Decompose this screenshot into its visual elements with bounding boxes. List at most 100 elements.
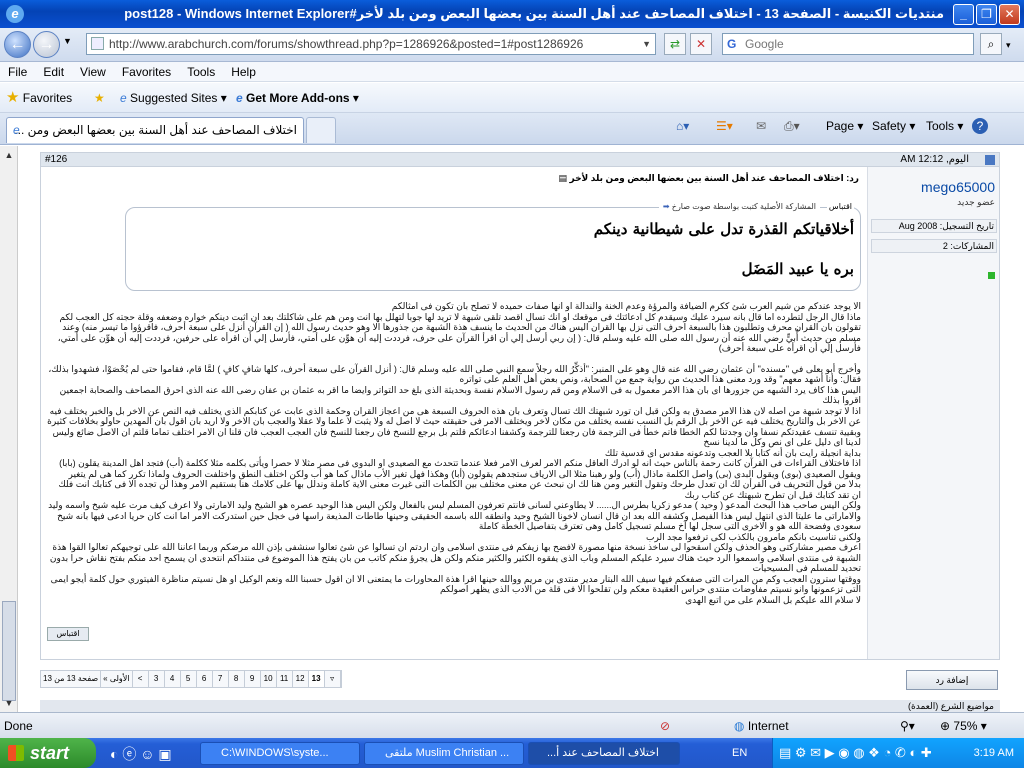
post-paragraph: ماذا قال الرجل لتطرده اما قال بانه سيرد … [57, 311, 861, 354]
suggested-sites-link[interactable]: e Suggested Sites ▾ [120, 90, 227, 106]
scroll-up-icon[interactable]: ▲ [2, 148, 16, 162]
post-paragraph: ووقتها سترون العجب وكم من المرات التى صف… [50, 573, 861, 595]
page-jump-icon[interactable]: ▿ [325, 671, 341, 687]
post-paragraph: وأخرج أبو يعلى في "مسنده" أن عثمان رضي ا… [48, 363, 861, 385]
quote-box: اقتباس المشاركة الأصلية كتبت بواسطة صوت … [125, 202, 861, 291]
address-toolbar: ← → ▼ http://www.arabchurch.com/forums/s… [0, 28, 1024, 62]
new-tab-button[interactable] [306, 117, 336, 143]
back-button[interactable]: ← [4, 31, 31, 58]
post-number[interactable]: #126 [45, 153, 67, 167]
quote-author: المشاركة الأصلية كتبت بواسطة صوت صارخ [671, 202, 816, 211]
help-icon[interactable]: ? [972, 118, 988, 134]
search-icon[interactable]: ⌕ [980, 33, 1002, 55]
scroll-thumb[interactable] [2, 601, 16, 701]
page-link[interactable]: 12 [293, 671, 309, 687]
stop-icon[interactable]: ✕ [690, 33, 712, 55]
related-threads-bar: مواضيع الشرع (العمدة) [40, 700, 1000, 712]
task-ie[interactable]: اختلاف المصاحف عند أ... [528, 742, 680, 765]
tab-title: اختلاف المصاحف عند أهل السنة بين بعضها ا… [14, 123, 297, 137]
favorites-button[interactable]: ★ Favorites [6, 90, 72, 106]
globe-icon: ◍ [734, 719, 745, 733]
add-favorite-icon[interactable]: ★ [94, 90, 105, 106]
safety-menu[interactable]: Safety ▾ [872, 118, 915, 134]
tools-menu[interactable]: Tools ▾ [926, 118, 963, 134]
get-addons-link[interactable]: e Get More Add-ons ▾ [236, 90, 359, 106]
minimize-button[interactable]: _ [953, 4, 974, 25]
zoom-control[interactable]: ⊕ 75% ▾ [940, 713, 987, 739]
post-body: رد: اختلاف المصاحف عند أهل السنة بين بعض… [41, 167, 867, 647]
menu-edit[interactable]: Edit [35, 62, 72, 82]
menu-file[interactable]: File [0, 62, 35, 82]
windows-flag-icon [8, 745, 24, 761]
page-link[interactable]: 5 [181, 671, 197, 687]
home-icon[interactable]: ⌂▾ [676, 118, 689, 134]
addons-label: Get More Add-ons ▾ [246, 91, 359, 105]
maximize-button[interactable]: ❐ [976, 4, 997, 25]
zone-label: Internet [747, 719, 789, 733]
page-link[interactable]: 3 [149, 671, 165, 687]
menu-help[interactable]: Help [223, 62, 264, 82]
tab-bar: e اختلاف المصاحف عند أهل السنة بين بعضها… [0, 113, 1024, 145]
page-link[interactable]: 11 [277, 671, 293, 687]
popup-blocked-icon[interactable]: ⊘ [660, 713, 670, 739]
history-dropdown-icon[interactable]: ▼ [63, 36, 72, 46]
address-input[interactable]: http://www.arabchurch.com/forums/showthr… [86, 33, 656, 55]
post-title-text: رد: اختلاف المصاحف عند أهل السنة بين بعض… [569, 173, 859, 183]
scrollbar[interactable]: ▲ ▼ [0, 146, 18, 712]
task-cmd[interactable]: C:\WINDOWS\syste... [200, 742, 360, 765]
menu-bar: File Edit View Favorites Tools Help [0, 62, 1024, 82]
close-button[interactable]: ✕ [999, 4, 1020, 25]
post-paragraph: بداية انجيلة رايت بان أنه كتابا بلا العج… [604, 447, 861, 458]
print-icon[interactable]: ⎙▾ [784, 118, 800, 134]
username-link[interactable]: mego65000 [921, 179, 995, 195]
search-placeholder: Google [745, 37, 784, 51]
menu-view[interactable]: View [72, 62, 114, 82]
view-post-icon[interactable]: ➡ [663, 202, 670, 211]
post-paragraph: ولكن اليس صاحب هذا البحث المدعو ( وحيد )… [48, 500, 861, 531]
forward-button[interactable]: → [33, 31, 60, 58]
window-titlebar: e منتديات الكنيسة - الصفحة 13 - اختلاف ا… [0, 0, 1024, 28]
page-link[interactable]: 10 [261, 671, 277, 687]
tab-active[interactable]: e اختلاف المصاحف عند أهل السنة بين بعضها… [6, 117, 304, 143]
window-title: منتديات الكنيسة - الصفحة 13 - اختلاف الم… [124, 6, 944, 21]
page-link[interactable]: 7 [213, 671, 229, 687]
page-prev-link[interactable]: < [133, 671, 149, 687]
quote-button[interactable]: اقتباس [47, 627, 89, 641]
post-paragraph: اذا فاختلاف القراءات فى القرآن كانت رحمة… [59, 458, 861, 479]
page-menu[interactable]: Page ▾ [826, 118, 863, 134]
refresh-icon[interactable]: ⇄ [664, 33, 686, 55]
quicklaunch-icons[interactable]: ◐ ⓔ ☺ ▣ [110, 744, 172, 764]
zoom-icon: ⊕ [940, 719, 951, 733]
user-join-date: تاريخ التسجيل: Aug 2008 [871, 219, 997, 233]
post-paragraph: اذا لا توجد شبهة من اصله لان هذا الامر م… [47, 405, 861, 448]
menu-favorites[interactable]: Favorites [114, 62, 179, 82]
add-reply-button[interactable]: إضافة رد [906, 670, 998, 690]
quote-header[interactable]: المشاركة الأصلية كتبت بواسطة صوت صارخ ➡ [658, 202, 820, 211]
page-link[interactable]: 4 [165, 671, 181, 687]
post-status-icon [985, 155, 995, 165]
clock: 3:19 AM [973, 747, 1014, 759]
page-current: 13 [308, 671, 325, 687]
page-link[interactable]: 9 [245, 671, 261, 687]
address-dropdown-icon[interactable]: ▼ [642, 34, 651, 54]
feeds-icon[interactable]: ☰▾ [716, 118, 733, 134]
mail-icon[interactable]: ✉ [756, 118, 766, 134]
user-title: عضو جديد [957, 197, 995, 207]
language-indicator[interactable]: EN [732, 738, 747, 768]
page-first-link[interactable]: « الأولى [101, 671, 133, 687]
post-paragraph: الا يوجد عندكم من شيم العرب شئ ككرم الضي… [391, 301, 861, 311]
status-bar: Done ⊘ ◍ Internet ⚲▾ ⊕ 75% ▾ [0, 712, 1024, 738]
scroll-down-icon[interactable]: ▼ [2, 696, 16, 710]
page-link[interactable]: 8 [229, 671, 245, 687]
search-options-icon[interactable]: ▾ [1006, 40, 1011, 51]
menu-tools[interactable]: Tools [179, 62, 223, 82]
protected-mode-icon[interactable]: ⚲▾ [900, 713, 915, 739]
related-threads-label: مواضيع الشرع (العمدة) [908, 701, 994, 711]
search-input[interactable]: G Google [722, 33, 974, 55]
post-paragraph: اليس هذا كاف يرد الشبهه من جزورها اى بان… [59, 384, 861, 406]
ie-page-icon: e [13, 123, 20, 137]
tray-icons[interactable]: ▤ ⚙ ✉ ▶ ◉ ◍ ❖ ◔ ✆ ◐ ✚ [779, 738, 932, 768]
page-link[interactable]: 6 [197, 671, 213, 687]
task-firefox[interactable]: ملتقى Muslim Christian ... [364, 742, 524, 765]
start-button[interactable]: start [0, 738, 96, 768]
